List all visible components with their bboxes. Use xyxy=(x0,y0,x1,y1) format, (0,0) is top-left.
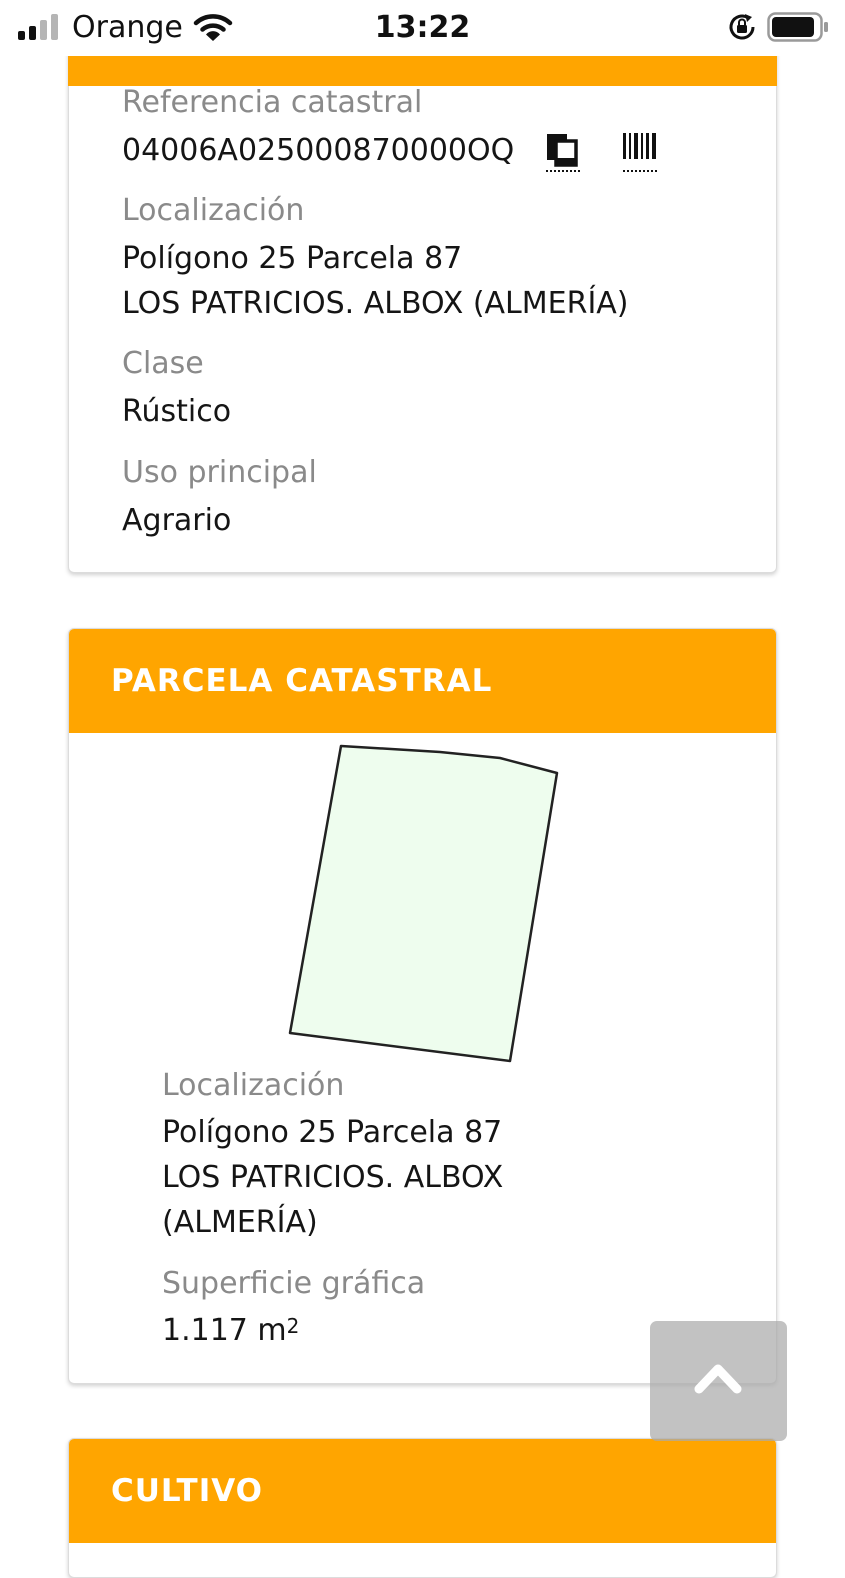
cultivo-card: CULTIVO xyxy=(68,1438,777,1578)
parcel-shape-map xyxy=(288,744,559,1063)
cultivo-title: CULTIVO xyxy=(111,1473,264,1509)
clase-label: Clase xyxy=(122,346,204,381)
parcela-localizacion-line3: (ALMERÍA) xyxy=(162,1205,318,1240)
uso-principal-label: Uso principal xyxy=(122,455,317,490)
localizacion-label: Localización xyxy=(122,193,305,228)
parcela-localizacion-line2: LOS PATRICIOS. ALBOX xyxy=(162,1160,504,1195)
superficie-label: Superficie gráfica xyxy=(162,1266,426,1301)
localizacion-line2: LOS PATRICIOS. ALBOX (ALMERÍA) xyxy=(122,286,629,321)
chevron-up-icon xyxy=(694,1364,742,1394)
superficie-amount: 1.117 m xyxy=(162,1313,287,1348)
localizacion-line1: Polígono 25 Parcela 87 xyxy=(122,241,463,276)
status-time: 13:22 xyxy=(374,10,471,45)
referencia-value: 04006A025000870000OQ xyxy=(122,133,515,168)
parcela-title: PARCELA CATASTRAL xyxy=(111,663,493,699)
parcela-card-header: PARCELA CATASTRAL xyxy=(69,629,776,733)
superficie-value: 1.117 m2 xyxy=(162,1308,299,1353)
parcela-localizacion-label: Localización xyxy=(162,1068,345,1103)
barcode-icon[interactable] xyxy=(620,130,660,174)
status-bar: Orange 13:22 xyxy=(0,0,845,56)
parcela-localizacion-line1: Polígono 25 Parcela 87 xyxy=(162,1115,503,1150)
card-accent-bar xyxy=(68,56,777,86)
battery-icon xyxy=(767,12,828,42)
cultivo-card-header: CULTIVO xyxy=(69,1439,776,1543)
referencia-label: Referencia catastral xyxy=(122,85,423,120)
copy-icon[interactable] xyxy=(543,130,583,174)
rotation-lock-icon xyxy=(729,14,755,40)
uso-principal-value: Agrario xyxy=(122,503,232,538)
superficie-unit-exponent: 2 xyxy=(286,1314,300,1338)
scroll-to-top-button[interactable] xyxy=(650,1321,787,1441)
clase-value: Rústico xyxy=(122,394,232,429)
